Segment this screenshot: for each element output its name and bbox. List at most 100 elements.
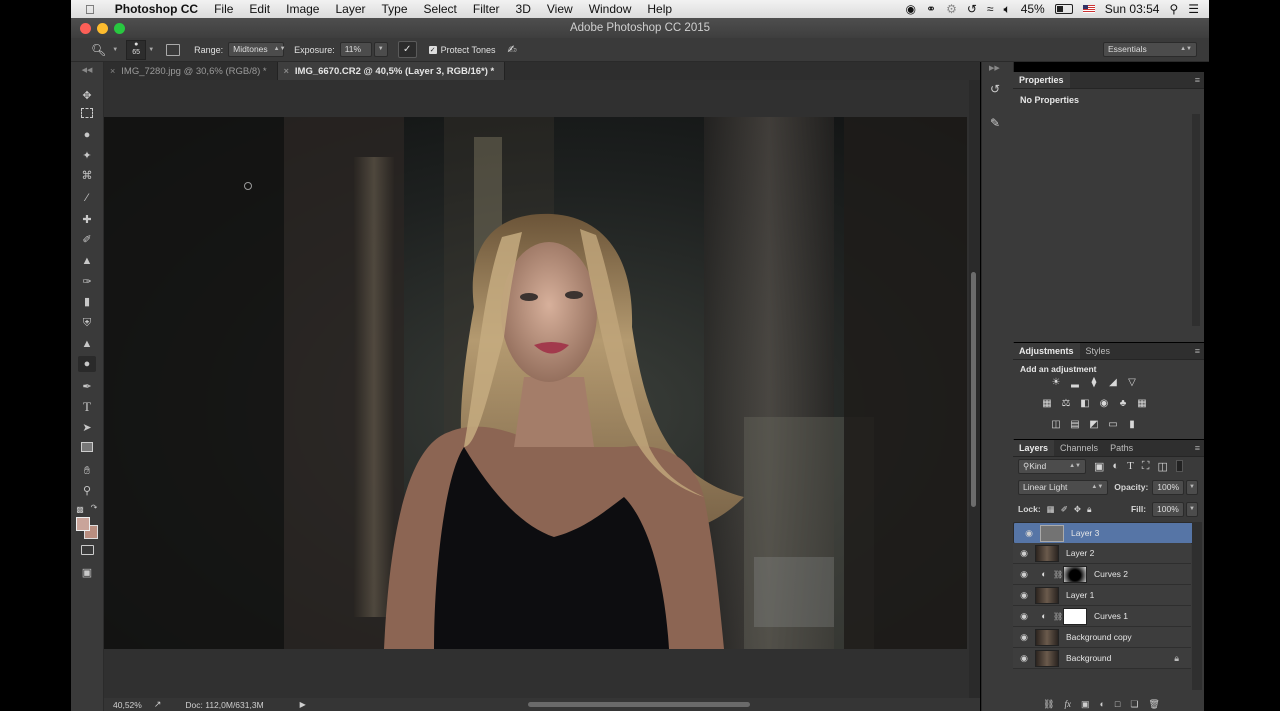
brush-presets-panel-icon[interactable]: ✎ (990, 116, 1000, 130)
exposure-icon[interactable]: ◢ (1106, 376, 1120, 389)
dodge-tool-preset-icon[interactable]: 🔍︎ (91, 43, 106, 57)
lock-transparent-icon[interactable]: ▦ (1047, 504, 1055, 515)
range-select[interactable]: Midtones ▲▼ (228, 42, 286, 57)
fill-input[interactable]: 100% (1152, 501, 1185, 517)
delete-layer-icon[interactable]: 🗑︎ (1148, 699, 1159, 710)
color-lookup-icon[interactable]: ▦ (1135, 397, 1149, 410)
layer-mask-thumbnail[interactable] (1063, 565, 1087, 583)
clock[interactable]: Sun 03:54 (1105, 2, 1160, 16)
black-white-icon[interactable]: ◧ (1078, 397, 1092, 410)
tool-preset-chevron-icon[interactable]: ▼ (112, 47, 118, 53)
dodge-tool-icon[interactable]: ● (78, 356, 96, 372)
layer-lock-icon[interactable]: 🔒︎ (1174, 653, 1179, 664)
posterize-icon[interactable]: ▤ (1068, 418, 1082, 431)
pressure-size-icon[interactable]: ✍︎ (508, 43, 517, 56)
exposure-slider-toggle[interactable]: ▼ (373, 42, 388, 57)
brush-panel-icon[interactable] (166, 43, 181, 56)
tab-channels[interactable]: Channels (1054, 440, 1104, 456)
layer-style-fx-icon[interactable]: fx (1064, 699, 1071, 709)
battery-icon[interactable] (1054, 4, 1073, 14)
exposure-input[interactable]: 11% (339, 42, 372, 57)
menu-edit[interactable]: Edit (241, 2, 278, 16)
new-adjustment-layer-icon[interactable]: ◐ (1099, 699, 1104, 709)
filter-toggle[interactable] (1175, 460, 1183, 472)
lasso-tool-icon[interactable]: ⦁ (78, 127, 96, 143)
app-menu[interactable]: Photoshop CC (107, 2, 206, 16)
visibility-eye-icon[interactable]: ◉ (1013, 548, 1035, 559)
tab-adjustments[interactable]: Adjustments (1013, 343, 1080, 359)
healing-brush-tool-icon[interactable]: ✚ (78, 212, 96, 228)
properties-scrollbar[interactable] (1192, 114, 1200, 326)
panel-menu-icon[interactable]: ≡ (1195, 75, 1204, 85)
threshold-icon[interactable]: ◩ (1087, 418, 1101, 431)
blend-mode-select[interactable]: Linear Light ▲▼ (1018, 479, 1109, 495)
color-balance-icon[interactable]: ⚖ (1059, 397, 1073, 410)
brightness-contrast-icon[interactable]: ☀ (1049, 376, 1063, 389)
filter-pixel-icon[interactable]: ▣ (1094, 460, 1104, 473)
visibility-eye-icon[interactable]: ◉ (1013, 590, 1035, 601)
new-layer-icon[interactable]: ❏ (1130, 699, 1138, 710)
pen-tool-icon[interactable]: ✒ (78, 379, 96, 395)
history-panel-icon[interactable]: ↺ (990, 82, 1000, 96)
opacity-slider-toggle[interactable]: ▼ (1186, 479, 1198, 495)
input-flag-icon[interactable] (1082, 5, 1095, 13)
menu-file[interactable]: File (206, 2, 241, 16)
layer-row[interactable]: ◉ Layer 2 (1013, 543, 1191, 564)
tab-properties[interactable]: Properties (1013, 72, 1070, 88)
menu-select[interactable]: Select (416, 2, 465, 16)
layer-row[interactable]: ◉ Layer 1 (1013, 585, 1191, 606)
visibility-eye-icon[interactable]: ◉ (1013, 632, 1035, 643)
horizontal-scroll-thumb[interactable] (528, 702, 750, 707)
zoom-level[interactable]: 40,52% (113, 700, 142, 710)
filter-smart-object-icon[interactable]: ◫ (1158, 460, 1168, 473)
panel-menu-icon[interactable]: ≡ (1195, 443, 1204, 453)
doc-size[interactable]: Doc: 112,0M/631,3M (185, 700, 263, 710)
layer-filter-select[interactable]: ⚲Kind ▲▼ (1018, 458, 1086, 474)
quick-selection-tool-icon[interactable]: ✦ (78, 148, 96, 164)
record-icon[interactable]: ◉ (906, 2, 916, 16)
zoom-window-button[interactable] (114, 23, 125, 34)
tab-styles[interactable]: Styles (1080, 343, 1117, 359)
visibility-eye-icon[interactable]: ◉ (1013, 653, 1035, 664)
zoom-tool-icon[interactable]: ⚲ (78, 483, 96, 499)
layer-row[interactable]: ◉ Background 🔒︎ (1013, 648, 1191, 669)
protect-tones-label[interactable]: Protect Tones (441, 45, 496, 55)
layer-row[interactable]: ◉ Layer 3 (1013, 522, 1201, 544)
brush-size-picker[interactable]: ● 65 (126, 39, 147, 60)
expand-dock-icon[interactable]: ▶▶ (989, 64, 1000, 72)
volume-icon[interactable]: 🔈︎ (1003, 2, 1010, 17)
wifi-icon[interactable]: ≈ (987, 2, 994, 16)
rectangle-tool-icon[interactable] (78, 441, 96, 457)
status-menu-arrow-icon[interactable]: ▶ (300, 700, 306, 709)
layer-row[interactable]: ◉ ◐ ⛓ Curves 1 (1013, 606, 1191, 627)
menu-filter[interactable]: Filter (465, 2, 508, 16)
workspace-select[interactable]: Essentials ▲▼ (1103, 42, 1197, 57)
blur-tool-icon[interactable]: ▲ (78, 336, 96, 352)
brush-picker-chevron-icon[interactable]: ▼ (148, 47, 154, 53)
visibility-eye-icon[interactable]: ◉ (1013, 611, 1035, 622)
foreground-color-swatch[interactable] (76, 517, 90, 531)
fill-slider-toggle[interactable]: ▼ (1186, 501, 1198, 517)
quick-mask-icon[interactable] (78, 544, 96, 560)
photo-filter-icon[interactable]: ◉ (1097, 397, 1111, 410)
lock-all-icon[interactable]: 🔒︎ (1087, 504, 1092, 515)
minimize-window-button[interactable] (97, 23, 108, 34)
creative-cloud-icon[interactable]: ⚭ (926, 2, 936, 16)
mask-link-icon[interactable]: ⛓ (1053, 612, 1063, 621)
opacity-input[interactable]: 100% (1152, 479, 1185, 495)
vertical-scroll-thumb[interactable] (971, 272, 976, 507)
menu-help[interactable]: Help (639, 2, 680, 16)
swap-colors-icon[interactable]: ↷ (89, 500, 99, 516)
close-tab-icon[interactable]: × (284, 66, 289, 76)
share-icon[interactable]: ↗ (154, 699, 162, 710)
mask-link-icon[interactable]: ⛓ (1053, 570, 1063, 579)
clone-stamp-tool-icon[interactable]: ▲ (78, 253, 96, 269)
hue-saturation-icon[interactable]: ▦ (1040, 397, 1054, 410)
invert-icon[interactable]: ◫ (1049, 418, 1063, 431)
tab-layers[interactable]: Layers (1013, 440, 1055, 456)
filter-type-icon[interactable]: T (1127, 460, 1134, 472)
add-mask-icon[interactable]: ▣ (1081, 699, 1090, 710)
eraser-tool-icon[interactable]: ▮ (78, 294, 96, 310)
brush-tool-icon[interactable]: ✐ (78, 232, 96, 248)
curves-icon[interactable]: ⧫ (1087, 376, 1101, 389)
